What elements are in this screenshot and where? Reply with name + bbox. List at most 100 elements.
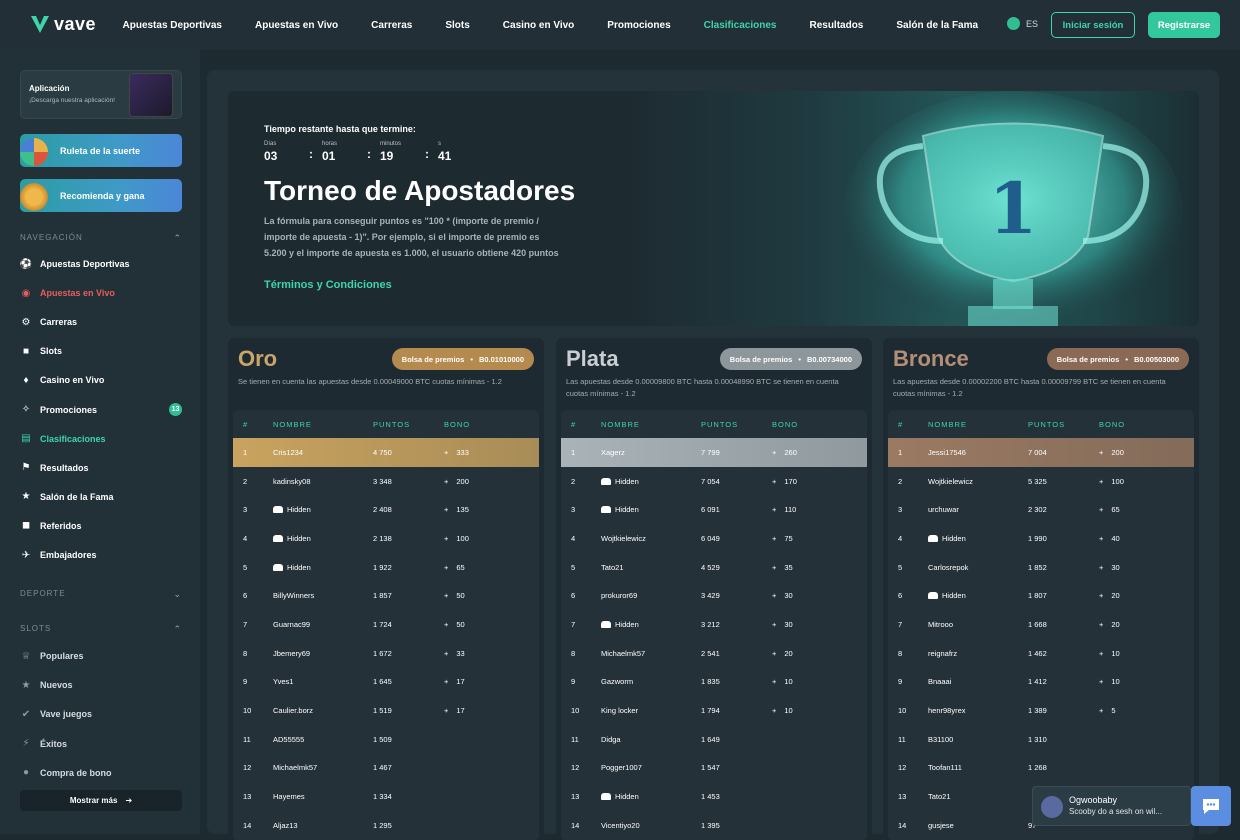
rank-cell: 9 [898,677,903,687]
bonus-value: 65 [456,562,465,572]
nav-item-salon-de-la-fama[interactable]: Salón de la Fama [880,20,995,31]
nuevos-icon: ★ [21,679,31,691]
sidebar-item-casino-en-vivo[interactable]: ♦ Casino en Vivo [20,372,182,388]
bonus-cell [772,821,852,830]
sidebar-item-label: Referidos [40,520,82,531]
chat-button[interactable] [1191,786,1231,826]
nav-section-header[interactable]: NAVEGACIÓN ⌃ [20,233,182,244]
nav-item-apuestas-deportivas[interactable]: Apuestas Deportivas [106,20,238,31]
bonus-plus: + [444,619,449,629]
sidebar-item-nuevos[interactable]: ★ Nuevos [20,677,182,693]
sidebar-item-populares[interactable]: ♕ Populares [20,648,182,664]
column-header: NOMBRE [928,419,967,429]
player-name: Jessi17546 [928,447,966,457]
player-name: Caulier.borz [273,706,314,716]
lucky-wheel-banner[interactable]: Ruleta de la suerte [20,134,182,167]
bonus-plus: + [1099,706,1104,716]
leaderboard-plata: Plata Bolsa de premios • B0.00734000 Las apu… [556,338,872,840]
name-cell: Gazworm [601,677,701,686]
terms-link[interactable]: Términos y Condiciones [264,279,392,291]
column-header: # [571,419,577,429]
table-row: 10 King locker 1 794 +10 [561,696,867,725]
app-download-card[interactable]: Aplicación ¡Descarga nuestra aplicación! [20,70,182,119]
table-row: 8 Michaelmk57 2 541 +20 [561,639,867,668]
name-cell: Carlosrepok [928,563,1028,572]
rank-cell: 7 [243,619,248,629]
rank-cell: 4 [243,533,248,543]
sidebar-item-apuestas-en-vivo[interactable]: ◉ Apuestas en Vivo [20,285,182,301]
table-row: 4 Hidden 2 138 +100 [233,524,539,553]
sidebar-item-compra-de-bono[interactable]: ● Compra de bono [20,765,182,781]
sidebar-item-resultados[interactable]: ⚑ Resultados [20,460,182,476]
bonus-value: 100 [1111,476,1124,486]
name-cell: Bnaaai [928,677,1028,686]
sidebar-item-salon-de-la-fama[interactable]: ★ Salón de la Fama [20,489,182,505]
nav-item-casino-en-vivo[interactable]: Casino en Vivo [486,20,591,31]
nav-item-promociones[interactable]: Promociones [591,20,687,31]
bonus-cell [444,792,524,801]
sidebar-item-embajadores[interactable]: ✈ Embajadores [20,547,182,563]
vave-juegos-icon: ✔ [21,708,31,720]
sidebar-item-carreras[interactable]: ⚙ Carreras [20,314,182,330]
player-name: Michaelmk57 [273,763,318,773]
chat-sender: Ogwoobaby [1069,795,1118,805]
rank-cell: 4 [898,533,903,543]
sidebar-item-promociones[interactable]: ✧ Promociones 13 [20,402,182,418]
bonus-plus: + [772,447,777,457]
bonus-cell: +30 [1099,563,1179,572]
bonus-cell: +17 [444,677,524,686]
bonus-value: 20 [1111,591,1120,601]
bonus-cell: +30 [772,620,852,629]
sidebar-item-slots[interactable]: ■ Slots [20,343,182,359]
chat-preview[interactable]: Ogwoobaby Scooby do a sesh on wil... [1032,786,1191,826]
login-button[interactable]: Iniciar sesión [1051,12,1135,38]
points-cell: 1 295 [373,820,392,830]
points-cell: 2 302 [1028,505,1047,515]
bonus-plus: + [772,619,777,629]
vave-logo[interactable]: vave [30,13,96,35]
bonus-value: 20 [1111,619,1120,629]
sidebar-item-clasificaciones[interactable]: ▤ Clasificaciones [20,431,182,447]
bonus-value: 17 [456,706,465,716]
nav-item-clasificaciones[interactable]: Clasificaciones [687,20,793,31]
name-cell: gusjese [928,821,1028,830]
points-cell: 2 138 [373,533,392,543]
bonus-cell [1099,735,1179,744]
table-row: 12 Toofan111 1 268 [888,754,1194,783]
slots-section-header[interactable]: SLOTS ⌃ [20,624,182,635]
nav-item-resultados[interactable]: Resultados [793,20,880,31]
points-cell: 1 724 [373,619,392,629]
bonus-value: 10 [1111,677,1120,687]
points-cell: 1 389 [1028,706,1047,716]
name-cell: urchuwar [928,505,1028,514]
app-card-subtitle: ¡Descarga nuestra aplicación! [29,97,115,104]
points-cell: 1 509 [373,734,392,744]
nav-item-apuestas-en-vivo[interactable]: Apuestas en Vivo [238,20,354,31]
register-button[interactable]: Registrarse [1148,12,1220,38]
sidebar-item-exitos[interactable]: ⚡ Éxitos [20,736,182,752]
bonus-cell: +50 [444,591,524,600]
bonus-cell: +260 [772,448,852,457]
bonus-plus: + [1099,562,1104,572]
nav-item-carreras[interactable]: Carreras [355,20,429,31]
nav-item-slots[interactable]: Slots [429,20,486,31]
deporte-section-header[interactable]: DEPORTE ⌄ [20,589,182,600]
name-cell: Didga [601,735,701,744]
bonus-value: 260 [784,447,797,457]
player-name: Pogger1007 [601,763,642,773]
bonus-value: 75 [784,533,793,543]
sidebar-item-apuestas-deportivas[interactable]: ⚽ Apuestas Deportivas [20,256,182,272]
sidebar: Aplicación ¡Descarga nuestra aplicación!… [0,50,200,834]
rank-cell: 14 [243,820,252,830]
player-name: Bnaaai [928,677,952,687]
sidebar-item-referidos[interactable]: ◼ Referidos [20,518,182,534]
bonus-cell: +20 [1099,591,1179,600]
bonus-plus: + [1099,591,1104,601]
show-more-button[interactable]: Mostrar más ➔ [20,790,182,811]
timer-unit-label: Días [264,141,277,147]
sidebar-item-vave-juegos[interactable]: ✔ Vave juegos [20,706,182,722]
language-selector[interactable]: ES [1007,17,1038,30]
refer-earn-banner[interactable]: Recomienda y gana [20,179,182,212]
name-cell: Caulier.borz [273,706,373,715]
bonus-value: 65 [1111,505,1120,515]
